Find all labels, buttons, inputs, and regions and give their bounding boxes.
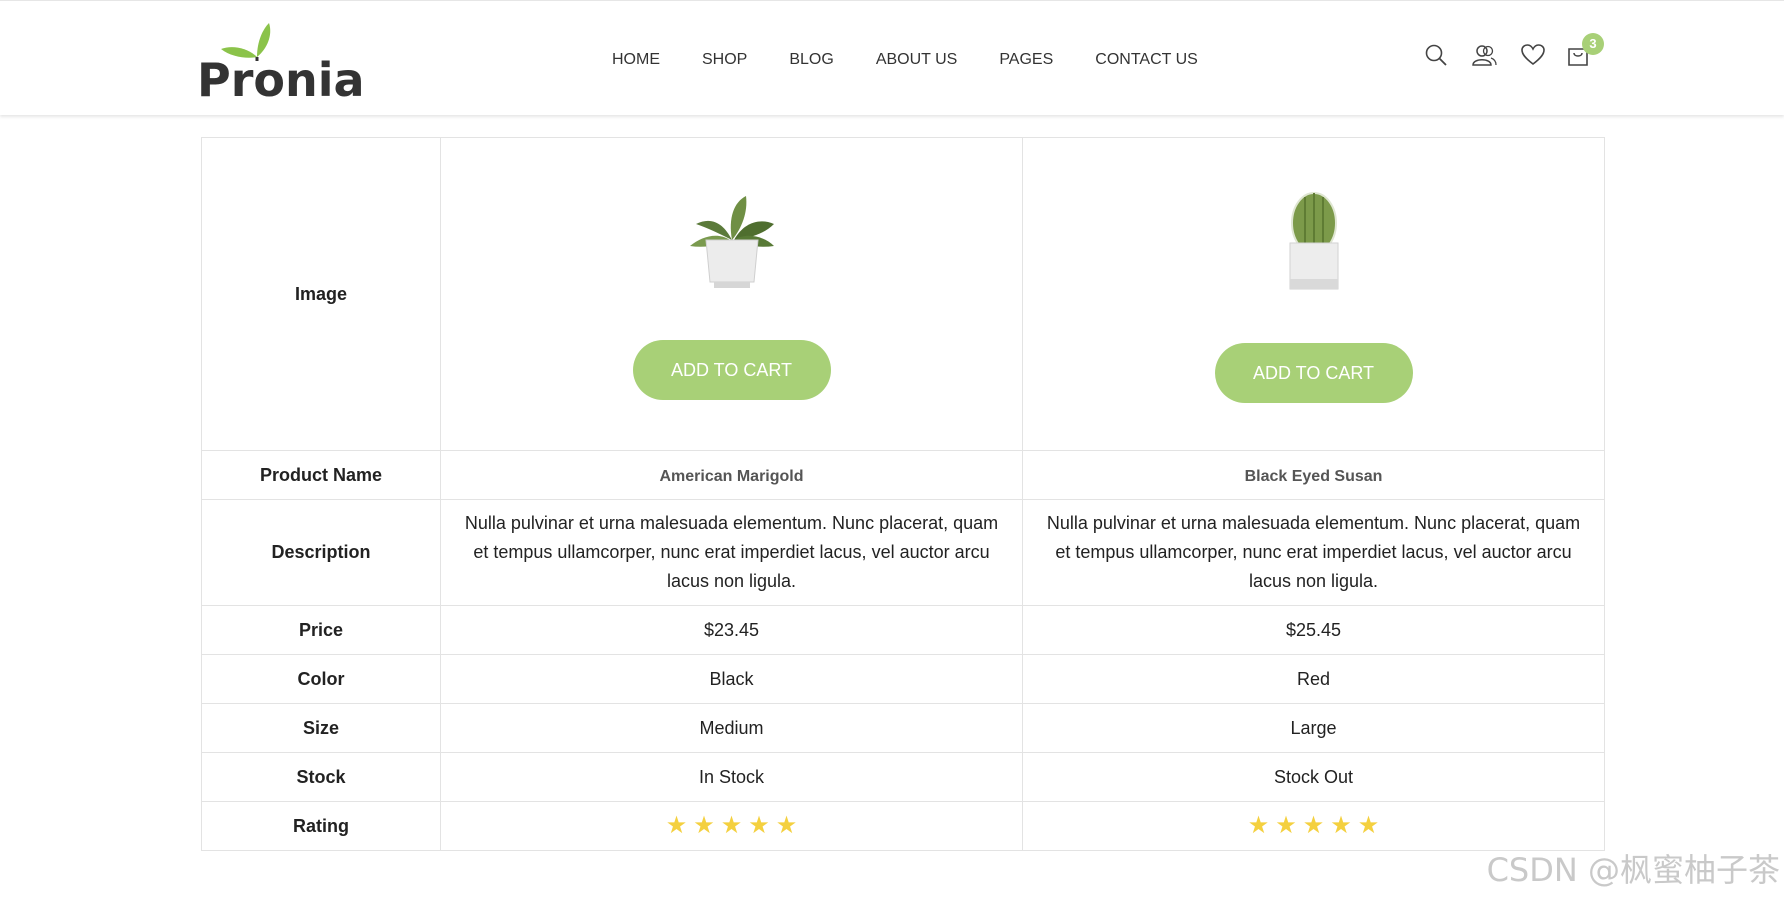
star-icon: ★ <box>693 812 715 839</box>
row-label-product-name: Product Name <box>201 450 441 500</box>
product-1-stock: In Stock <box>440 752 1023 802</box>
row-label-price: Price <box>201 605 441 655</box>
search-icon[interactable] <box>1424 43 1448 72</box>
nav-contact-us[interactable]: CONTACT US <box>1095 51 1198 69</box>
watermark: CSDN @枫蜜柚子茶 <box>1486 851 1780 889</box>
star-rating: ★ ★ ★ ★ ★ <box>1248 814 1380 838</box>
nav-pages[interactable]: PAGES <box>999 51 1053 69</box>
product-2-description: Nulla pulvinar et urna malesuada element… <box>1022 499 1605 606</box>
product-1-color: Black <box>440 654 1023 704</box>
nav-about-us[interactable]: ABOUT US <box>876 51 958 69</box>
product-name-link[interactable]: American Marigold <box>659 468 803 485</box>
header-icons: 3 <box>1424 33 1604 72</box>
brand-name: Pronia <box>197 53 365 107</box>
table-row: Product Name American Marigold Black Eye… <box>201 450 1605 500</box>
star-icon: ★ <box>720 812 743 839</box>
product-2-stock: Stock Out <box>1022 752 1605 802</box>
compare-table: Image ADD TO CART ADD TO CART Product Na… <box>201 137 1605 851</box>
table-row: Stock In Stock Stock Out <box>201 752 1605 802</box>
row-label-image: Image <box>201 137 441 451</box>
row-label-color: Color <box>201 654 441 704</box>
product-1-name: American Marigold <box>440 450 1023 500</box>
nav-shop[interactable]: SHOP <box>702 51 747 69</box>
user-icon[interactable] <box>1470 43 1498 72</box>
product-2-rating: ★ ★ ★ ★ ★ <box>1022 801 1605 851</box>
star-icon: ★ <box>1302 812 1325 839</box>
product-1-description: Nulla pulvinar et urna malesuada element… <box>440 499 1023 606</box>
row-label-description: Description <box>201 499 441 606</box>
table-row: Size Medium Large <box>201 703 1605 753</box>
row-label-rating: Rating <box>201 801 441 851</box>
table-row: Rating ★ ★ ★ ★ ★ ★ ★ ★ ★ ★ <box>201 801 1605 851</box>
star-icon: ★ <box>1247 812 1270 839</box>
shopping-bag-icon[interactable]: 3 <box>1566 33 1604 72</box>
product-1-rating: ★ ★ ★ ★ ★ <box>440 801 1023 851</box>
product-2-price: $25.45 <box>1022 605 1605 655</box>
pronia-logo[interactable]: Pronia <box>197 19 365 107</box>
site-header: Pronia HOME SHOP BLOG ABOUT US PAGES CON… <box>0 0 1784 115</box>
product-1-size: Medium <box>440 703 1023 753</box>
product-2-image-cell: ADD TO CART <box>1022 137 1605 451</box>
table-row: Color Black Red <box>201 654 1605 704</box>
product-1-price: $23.45 <box>440 605 1023 655</box>
add-to-cart-button[interactable]: ADD TO CART <box>1214 343 1413 403</box>
star-icon: ★ <box>1330 812 1352 839</box>
main-nav: HOME SHOP BLOG ABOUT US PAGES CONTACT US <box>612 51 1240 69</box>
product-1-image-cell: ADD TO CART <box>440 137 1023 451</box>
star-icon: ★ <box>748 812 770 839</box>
cart-count-badge: 3 <box>1582 33 1604 55</box>
star-icon: ★ <box>1357 812 1380 839</box>
product-name-link[interactable]: Black Eyed Susan <box>1245 468 1383 485</box>
star-rating: ★ ★ ★ ★ ★ <box>666 814 798 838</box>
heart-icon[interactable] <box>1520 43 1546 72</box>
product-2-color: Red <box>1022 654 1605 704</box>
product-2-name: Black Eyed Susan <box>1022 450 1605 500</box>
star-icon: ★ <box>775 812 798 839</box>
table-row: Price $23.45 $25.45 <box>201 605 1605 655</box>
star-icon: ★ <box>1275 812 1297 839</box>
table-row: Image ADD TO CART ADD TO CART <box>201 137 1605 451</box>
row-label-stock: Stock <box>201 752 441 802</box>
nav-blog[interactable]: BLOG <box>789 51 833 69</box>
cactus-image[interactable] <box>1279 185 1349 295</box>
table-row: Description Nulla pulvinar et urna males… <box>201 499 1605 606</box>
nav-home[interactable]: HOME <box>612 51 660 69</box>
star-icon: ★ <box>665 812 688 839</box>
add-to-cart-button[interactable]: ADD TO CART <box>632 340 831 400</box>
row-label-size: Size <box>201 703 441 753</box>
plant-image[interactable] <box>684 188 780 292</box>
product-2-size: Large <box>1022 703 1605 753</box>
